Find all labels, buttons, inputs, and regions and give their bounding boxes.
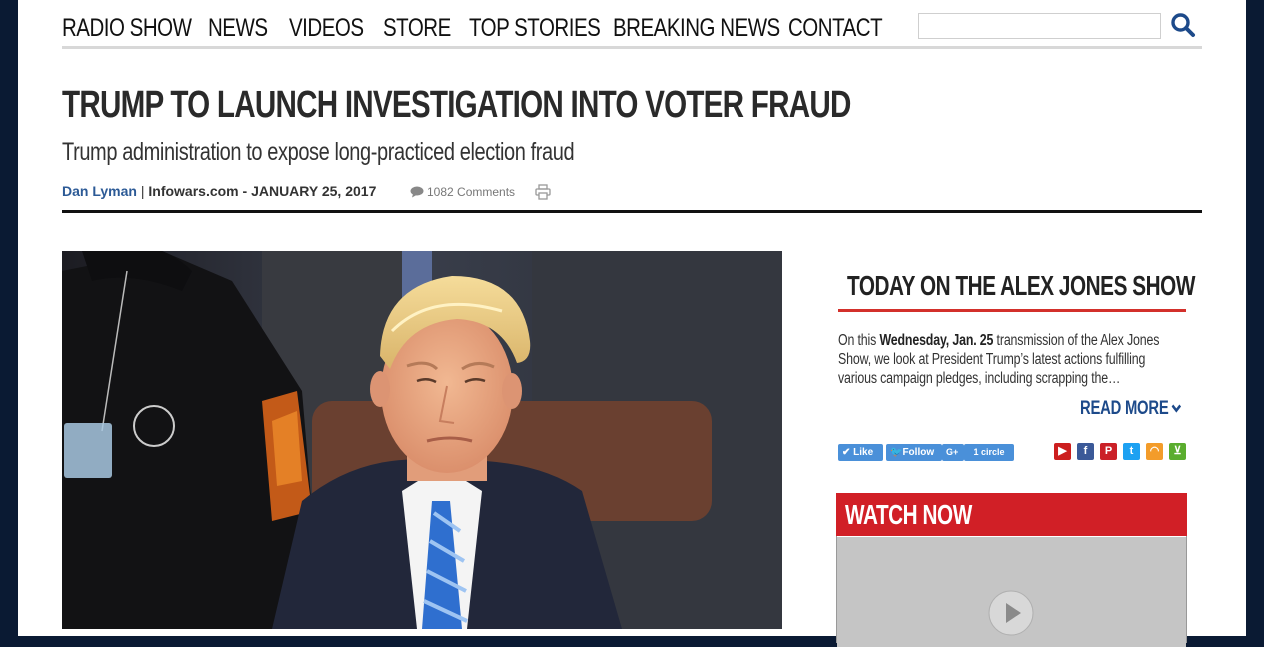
article-byline: Dan Lyman | Infowars.com - JANUARY 25, 2… [62,183,376,199]
circle-count-label: 1 circle [973,447,1005,457]
twitter-icon[interactable]: t [1123,443,1140,460]
nav-item-store[interactable]: STORE [383,13,451,43]
facebook-icon[interactable]: f [1077,443,1094,460]
follow-label: Follow [902,447,935,458]
watch-now-title: WATCH NOW [845,499,972,530]
youtube-icon[interactable]: ▶ [1054,443,1071,460]
page: RADIO SHOW NEWS VIDEOS STORE TOP STORIES… [18,0,1246,647]
rss-icon[interactable]: ◠ [1146,443,1163,460]
article-photo-image [62,251,782,629]
author-link[interactable]: Dan Lyman [62,183,137,199]
nav-item-top-stories[interactable]: TOP STORIES [469,13,601,43]
nav-item-radio-show[interactable]: RADIO SHOW [62,13,192,43]
comment-bubble-icon [410,186,424,198]
like-label: Like [853,447,874,458]
check-icon: ✔ [842,447,851,458]
article-date: - JANUARY 25, 2017 [242,183,377,199]
nav-item-breaking-news[interactable]: BREAKING NEWS [613,13,780,43]
nav-item-contact[interactable]: CONTACT [788,13,883,43]
play-icon[interactable] [988,590,1034,636]
article-subheadline: Trump administration to expose long-prac… [62,138,575,166]
read-more-link[interactable]: READ MORE [1080,398,1182,420]
pinterest-icon[interactable]: P [1100,443,1117,460]
byline-site: Infowars.com [148,183,239,199]
main-nav: RADIO SHOW NEWS VIDEOS STORE TOP STORIES… [62,0,1202,48]
watch-now-header: WATCH NOW [836,493,1187,536]
today-desc-prefix: On this [838,332,880,349]
search-input[interactable] [918,13,1161,39]
search-icon[interactable] [1170,12,1196,38]
follow-button[interactable]: 🐦Follow [886,444,942,461]
header-divider [62,210,1202,213]
today-desc-date: Wednesday, Jan. 25 [879,332,994,349]
nav-item-news[interactable]: NEWS [208,13,268,43]
nav-divider [62,46,1202,49]
twitter-bird-icon: 🐦 [890,447,903,458]
print-icon[interactable] [535,184,551,200]
article-headline: TRUMP TO LAUNCH INVESTIGATION INTO VOTER… [62,84,851,126]
today-show-title: TODAY ON THE ALEX JONES SHOW [847,270,1195,301]
chevron-down-icon [1171,404,1182,413]
nav-item-videos[interactable]: VIDEOS [289,13,364,43]
gplus-button[interactable]: G+ [942,444,964,461]
article-photo [62,251,782,629]
read-more-label: READ MORE [1080,398,1169,419]
byline-separator: | [140,183,145,199]
comments-link[interactable]: 1082 Comments [410,185,515,199]
gplus-circle-count: 1 circle [964,444,1014,461]
like-button[interactable]: ✔ Like [838,444,883,461]
comments-count: 1082 Comments [427,185,516,199]
gplus-label: G+ [946,447,959,457]
video-player[interactable] [837,537,1186,647]
cart-icon[interactable]: ⊻ [1169,443,1186,460]
today-show-divider [838,309,1186,312]
today-show-description: On this Wednesday, Jan. 25 transmission … [838,331,1182,388]
